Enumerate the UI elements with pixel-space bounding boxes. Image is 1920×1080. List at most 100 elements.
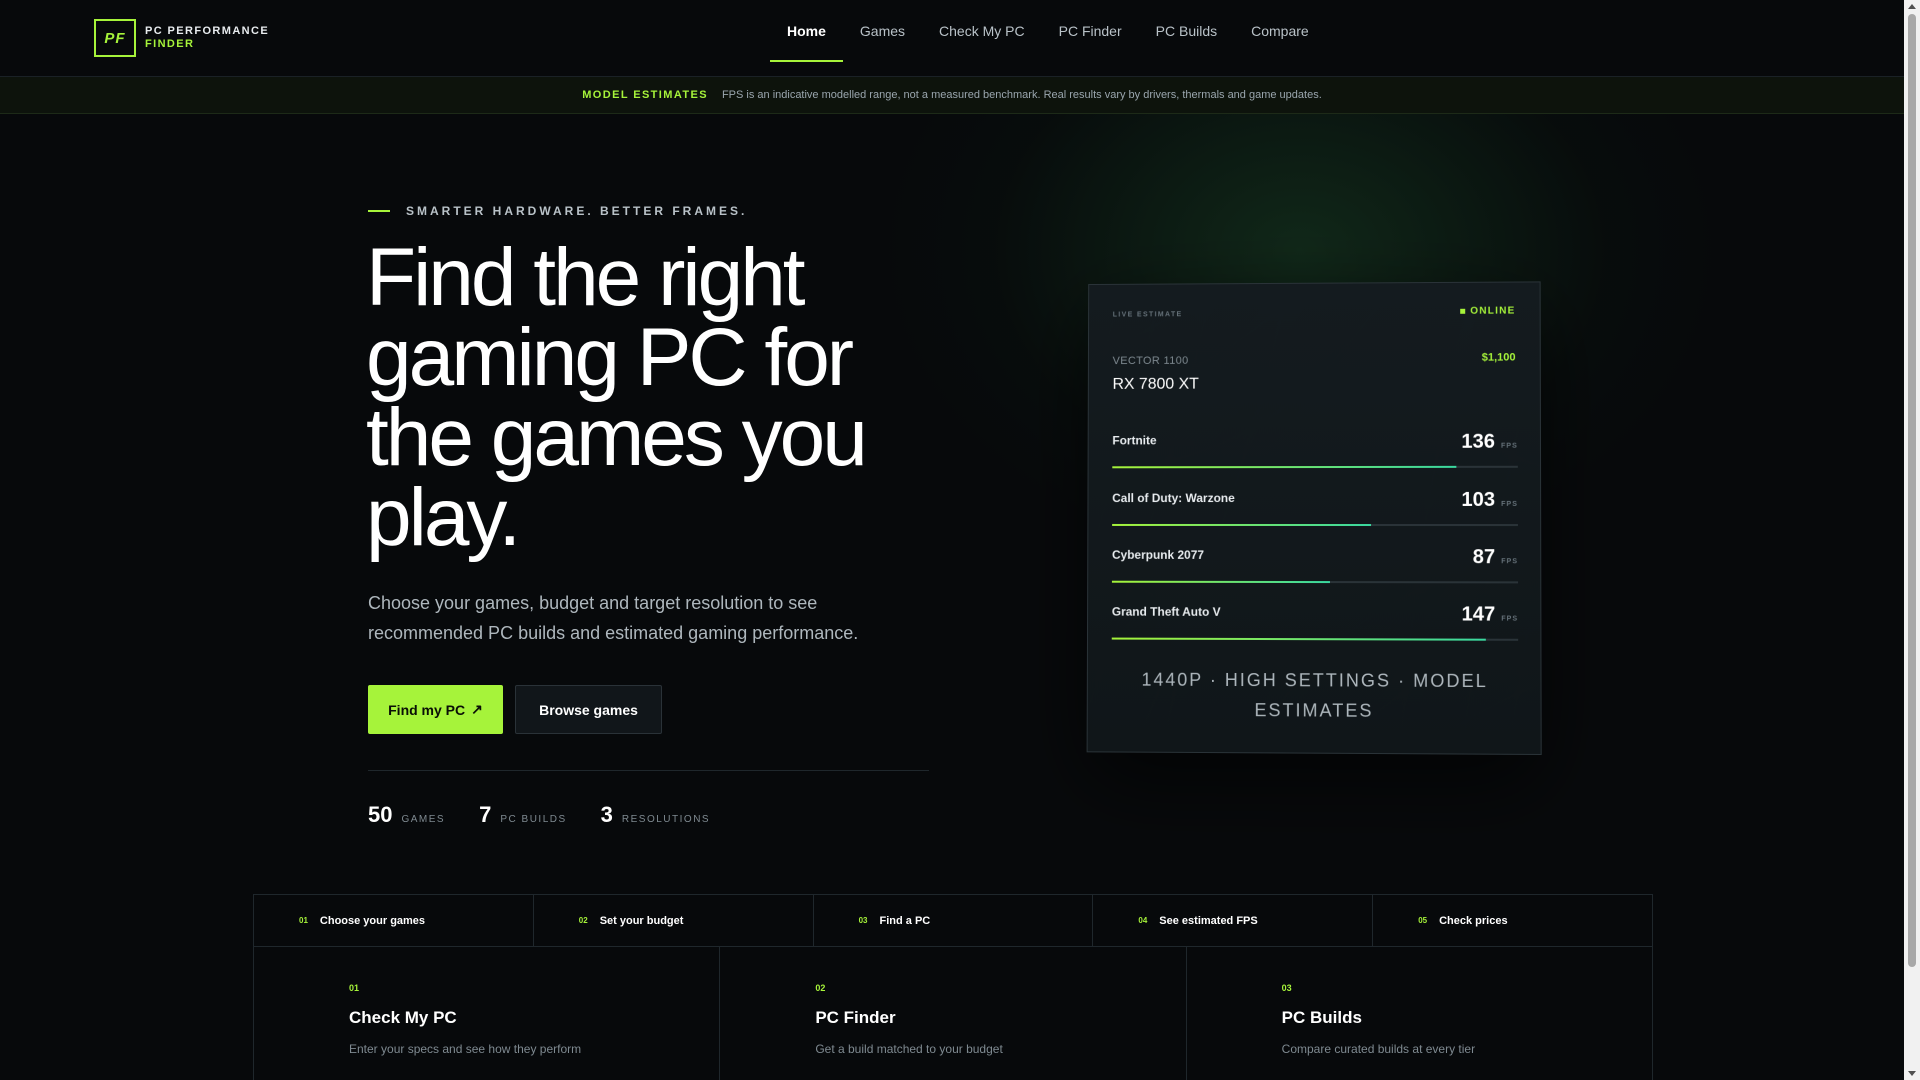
feature-pc-builds[interactable]: 03 PC Builds Compare curated builds at e… <box>1187 947 1652 1080</box>
arrow-up-right-icon: ↗ <box>471 701 483 717</box>
scroll-down-arrow-icon[interactable] <box>1908 1071 1916 1076</box>
step-check-prices[interactable]: 05 Check prices <box>1373 895 1652 946</box>
eyebrow-dash <box>368 210 390 212</box>
nav-link-pc-builds[interactable]: PC Builds <box>1139 0 1234 62</box>
game-row-cyberpunk: Cyberpunk 2077 87 FPS <box>1111 546 1519 599</box>
live-estimate-card: LIVE ESTIMATE ONLINE VECTOR 1100 RX 7800… <box>1086 281 1542 756</box>
page-scrollbar[interactable] <box>1904 0 1920 1080</box>
stat-value: 50 <box>368 802 393 827</box>
step-see-fps[interactable]: 04 See estimated FPS <box>1093 895 1374 946</box>
logo-line-1: PC PERFORMANCE <box>145 25 270 37</box>
fps-bar-track <box>1111 637 1519 641</box>
logo-mark-text: PF <box>104 29 126 47</box>
find-my-pc-button[interactable]: Find my PC ↗ <box>368 685 503 734</box>
game-fps: 103 FPS <box>1461 489 1517 512</box>
feature-number: 02 <box>815 983 826 993</box>
stat-label: PC BUILDS <box>500 814 567 825</box>
stat-label: GAMES <box>401 814 446 825</box>
nav-link-home[interactable]: Home <box>770 0 843 62</box>
nav-link-check-my-pc[interactable]: Check My PC <box>922 0 1042 62</box>
nav-links: Home Games Check My PC PC Finder PC Buil… <box>770 0 1326 77</box>
game-fps: 136 FPS <box>1461 431 1517 454</box>
step-number: 05 <box>1418 916 1428 925</box>
banner-tag: MODEL ESTIMATES <box>582 89 708 101</box>
card-footer: 1440P · HIGH SETTINGS · MODEL ESTIMATES <box>1141 669 1488 721</box>
feature-description: Get a build matched to your budget <box>815 1042 1003 1056</box>
feature-number: 01 <box>349 983 360 993</box>
fps-unit: FPS <box>1501 442 1518 450</box>
browse-games-button[interactable]: Browse games <box>515 685 662 734</box>
stat-value: 3 <box>600 802 613 827</box>
step-set-budget[interactable]: 02 Set your budget <box>534 895 814 946</box>
feature-title: PC Finder <box>815 1008 896 1027</box>
scroll-up-arrow-icon[interactable] <box>1908 4 1916 9</box>
model-estimates-banner: MODEL ESTIMATES FPS is an indicative mod… <box>0 77 1904 114</box>
logo-line-2: FINDER <box>145 38 195 50</box>
game-name: Call of Duty: Warzone <box>1112 491 1235 506</box>
stat-value: 7 <box>479 802 492 827</box>
logo-text[interactable]: PC PERFORMANCE FINDER <box>145 25 269 51</box>
hero-subtitle: Choose your games, budget and target res… <box>368 593 859 643</box>
feature-check-my-pc[interactable]: 01 Check My PC Enter your specs and see … <box>254 947 721 1080</box>
fps-bar-track <box>1112 465 1518 469</box>
game-name: Cyberpunk 2077 <box>1111 547 1205 562</box>
game-row-fortnite: Fortnite 136 FPS <box>1112 431 1518 484</box>
eyebrow-text: SMARTER HARDWARE. BETTER FRAMES. <box>406 204 748 218</box>
status-dot-icon <box>1460 308 1466 314</box>
step-label: See estimated FPS <box>1159 914 1258 927</box>
nav-link-compare[interactable]: Compare <box>1234 0 1326 62</box>
fps-bar-track <box>1112 523 1518 527</box>
stat-games: 50 GAMES <box>368 802 445 828</box>
stat-resolutions: 3 RESOLUTIONS <box>601 802 710 828</box>
find-my-pc-label: Find my PC <box>388 701 466 718</box>
scroll-thumb[interactable] <box>1908 14 1916 967</box>
step-find-pc[interactable]: 03 Find a PC <box>814 895 1094 946</box>
step-number: 03 <box>858 916 868 925</box>
game-fps: 147 FPS <box>1462 603 1519 626</box>
feature-cards: 01 Check My PC Enter your specs and see … <box>253 947 1653 1080</box>
game-row-gta-v: Grand Theft Auto V 147 FPS <box>1111 603 1519 656</box>
nav-link-pc-finder[interactable]: PC Finder <box>1042 0 1139 62</box>
fps-unit: FPS <box>1501 558 1519 566</box>
step-number: 01 <box>299 916 308 925</box>
step-label: Find a PC <box>879 914 931 927</box>
fps-bar-fill <box>1111 637 1486 641</box>
game-fps: 87 FPS <box>1473 546 1518 569</box>
feature-description: Compare curated builds at every tier <box>1281 1042 1476 1056</box>
online-status: ONLINE <box>1460 305 1516 317</box>
card-model-name: VECTOR 1100 <box>1112 354 1189 368</box>
fps-value: 136 <box>1461 430 1495 453</box>
game-name: Fortnite <box>1112 433 1157 448</box>
feature-title: Check My PC <box>349 1008 457 1027</box>
step-number: 04 <box>1138 916 1148 925</box>
fps-value: 103 <box>1461 488 1496 511</box>
feature-description: Enter your specs and see how they perfor… <box>349 1042 582 1056</box>
fps-bar-fill <box>1111 580 1331 584</box>
live-estimate-label: LIVE ESTIMATE <box>1112 311 1183 319</box>
fps-bar-track <box>1111 580 1519 584</box>
fps-bar-fill <box>1112 465 1457 469</box>
hero-stats: 50 GAMES 7 PC BUILDS 3 RESOLUTIONS <box>368 802 710 828</box>
card-price: $1,100 <box>1481 351 1516 364</box>
hero-eyebrow: SMARTER HARDWARE. BETTER FRAMES. <box>368 204 747 218</box>
logo-mark[interactable]: PF <box>94 19 136 57</box>
fps-unit: FPS <box>1501 500 1518 508</box>
game-name: Grand Theft Auto V <box>1111 604 1221 619</box>
step-number: 02 <box>578 916 588 925</box>
step-label: Choose your games <box>319 914 426 927</box>
card-gpu-name: RX 7800 XT <box>1112 375 1199 393</box>
online-status-text: ONLINE <box>1470 305 1516 317</box>
step-choose-games[interactable]: 01 Choose your games <box>254 895 534 946</box>
fps-value: 147 <box>1461 603 1496 626</box>
feature-title: PC Builds <box>1281 1008 1362 1027</box>
feature-number: 03 <box>1281 983 1292 993</box>
hero-title: Find the right gaming PC for the games y… <box>366 232 868 563</box>
banner-message: FPS is an indicative modelled range, not… <box>721 89 1322 101</box>
fps-value: 87 <box>1472 546 1496 569</box>
top-nav: PF PC PERFORMANCE FINDER Home Games Chec… <box>0 0 1904 77</box>
feature-pc-finder[interactable]: 02 PC Finder Get a build matched to your… <box>720 947 1187 1080</box>
stat-pc-builds: 7 PC BUILDS <box>479 802 567 828</box>
step-label: Check prices <box>1439 914 1508 927</box>
step-label: Set your budget <box>599 914 684 927</box>
nav-link-games[interactable]: Games <box>843 0 922 62</box>
